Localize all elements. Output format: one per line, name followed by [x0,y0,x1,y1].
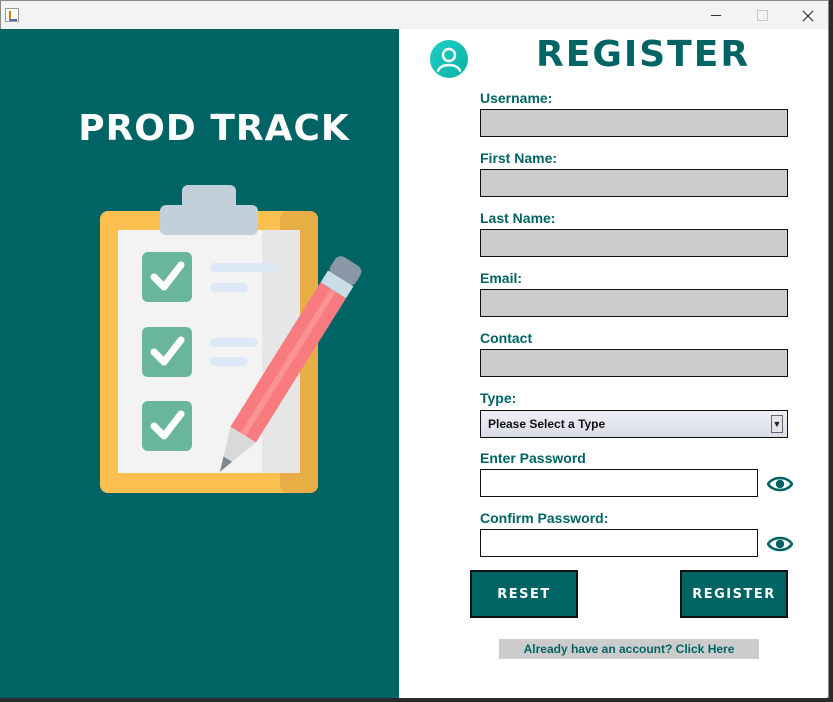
confirm-password-label: Confirm Password: [480,510,609,526]
minimize-icon [711,15,721,16]
contact-input[interactable] [480,349,788,377]
type-select[interactable]: Please Select a Type ▼ [480,410,788,438]
login-link[interactable]: Already have an account? Click Here [499,639,759,659]
show-confirm-password-eye-icon[interactable] [767,535,793,553]
email-input[interactable] [480,289,788,317]
minimize-button[interactable] [693,1,739,30]
last-name-input[interactable] [480,229,788,257]
close-button[interactable] [785,1,831,30]
type-label: Type: [480,390,517,406]
reset-button[interactable]: RESET [470,570,578,618]
user-icon [430,40,468,78]
type-selected-value: Please Select a Type [488,417,606,431]
email-label: Email: [480,270,523,286]
brand-title: PROD TRACK [78,108,350,149]
first-name-input[interactable] [480,169,788,197]
register-button[interactable]: REGISTER [680,570,788,618]
password-label: Enter Password [480,450,586,466]
maximize-icon [756,10,768,21]
title-bar [1,1,828,30]
clipboard-illustration [100,185,362,493]
chevron-down-icon[interactable]: ▼ [771,415,783,433]
confirm-password-input[interactable] [480,529,758,557]
register-heading: REGISTER [536,34,751,75]
show-password-eye-icon[interactable] [767,475,793,493]
maximize-button[interactable] [739,1,785,30]
password-input[interactable] [480,469,758,497]
username-label: Username: [480,90,553,106]
first-name-label: First Name: [480,150,558,166]
contact-label: Contact [480,330,533,346]
username-input[interactable] [480,109,788,137]
close-icon [802,10,814,21]
java-icon [5,8,19,22]
last-name-label: Last Name: [480,210,556,226]
